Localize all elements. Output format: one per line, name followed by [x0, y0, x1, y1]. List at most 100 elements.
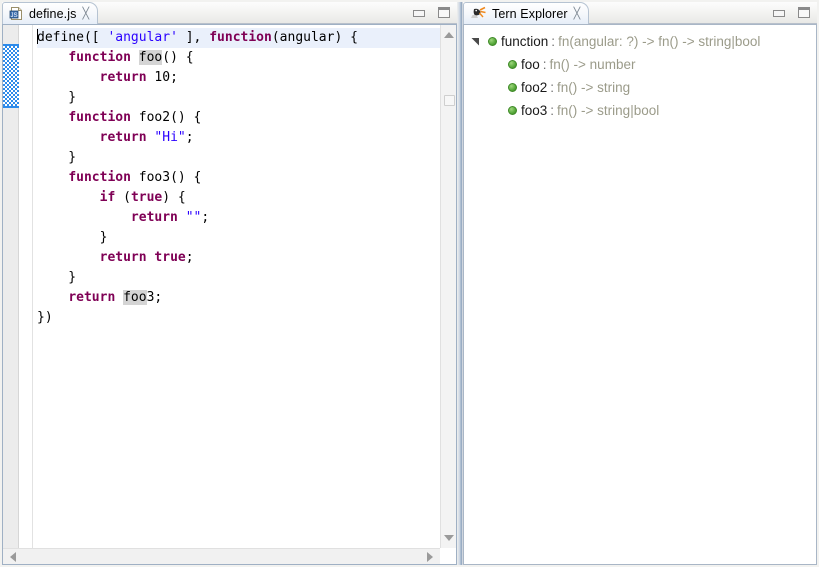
- close-icon[interactable]: ╳: [81, 8, 89, 19]
- type-member-bullet-icon: [483, 37, 501, 46]
- tab-tern-explorer[interactable]: Tern Explorer ╳: [463, 2, 590, 24]
- tree-expand-arrow-icon[interactable]: [467, 37, 483, 46]
- code-line[interactable]: }: [37, 148, 456, 168]
- code-line[interactable]: }): [37, 308, 456, 328]
- tree-item-name: foo: [521, 57, 540, 72]
- type-member-bullet-icon: [503, 106, 521, 115]
- editor-window-buttons: [412, 6, 451, 19]
- code-text: }: [37, 230, 108, 245]
- tab-define-js[interactable]: JS define.js ╳: [2, 2, 99, 24]
- source-code[interactable]: define([ 'angular' ], function(angular) …: [37, 28, 456, 328]
- editor-horizontal-scrollbar[interactable]: [3, 548, 440, 564]
- tree-item-type: fn() -> number: [549, 57, 636, 72]
- annotation-ruler[interactable]: [3, 25, 19, 564]
- tern-tabbar: Tern Explorer ╳: [463, 2, 817, 24]
- code-line[interactable]: if (true) {: [37, 188, 456, 208]
- code-line[interactable]: define([ 'angular' ], function(angular) …: [37, 28, 456, 48]
- tree-item-separator: :: [550, 103, 555, 118]
- code-string: "Hi": [154, 130, 186, 145]
- tree-item-name: function: [501, 34, 549, 49]
- code-keyword: function: [68, 50, 131, 65]
- code-text: (angular) {: [271, 30, 358, 45]
- close-icon[interactable]: ╳: [573, 8, 581, 19]
- code-text: ;: [185, 130, 194, 145]
- tree-item-separator: :: [551, 34, 556, 49]
- tree-item-type: fn() -> string: [557, 80, 631, 95]
- code-area[interactable]: define([ 'angular' ], function(angular) …: [33, 25, 456, 564]
- code-keyword: return: [68, 290, 116, 305]
- code-text: ],: [177, 30, 210, 45]
- tree-item-type: fn() -> string|bool: [557, 103, 660, 118]
- code-keyword: function: [68, 170, 131, 185]
- maximize-icon[interactable]: [437, 6, 451, 19]
- js-file-icon: JS: [9, 6, 24, 21]
- code-line[interactable]: return 10;: [37, 68, 456, 88]
- tree-item[interactable]: function: fn(angular: ?) -> fn() -> strin…: [464, 30, 816, 53]
- scroll-up-arrow-icon[interactable]: [441, 27, 457, 43]
- tree-item-separator: :: [542, 57, 547, 72]
- code-keyword: function: [209, 30, 272, 45]
- editor-tabbar: JS define.js ╳: [2, 2, 457, 24]
- code-keyword: true: [130, 190, 163, 205]
- code-occurrence-highlight: foo: [138, 50, 163, 65]
- tern-window-buttons: [772, 6, 811, 19]
- tab-label: Tern Explorer: [492, 6, 568, 21]
- code-keyword: return: [99, 250, 147, 265]
- code-text: 3;: [146, 290, 163, 305]
- code-text: (: [115, 190, 131, 205]
- code-text: 10;: [146, 70, 178, 85]
- annotation-ruler-thumb[interactable]: [3, 44, 19, 108]
- code-line[interactable]: return "";: [37, 208, 456, 228]
- code-line[interactable]: }: [37, 228, 456, 248]
- code-keyword: return: [99, 130, 147, 145]
- eclipse-workbench: JS define.js ╳ define([ 'angular' ], fun…: [0, 0, 819, 567]
- code-keyword: true: [154, 250, 186, 265]
- maximize-icon[interactable]: [797, 6, 811, 19]
- scroll-down-arrow-icon[interactable]: [441, 530, 457, 546]
- tree-item[interactable]: foo2: fn() -> string: [464, 76, 816, 99]
- scroll-right-arrow-icon[interactable]: [422, 549, 438, 565]
- code-line[interactable]: return true;: [37, 248, 456, 268]
- code-occurrence-highlight: foo: [123, 290, 147, 305]
- code-keyword: function: [68, 110, 131, 125]
- type-member-bullet-icon: [503, 60, 521, 69]
- code-line[interactable]: return foo3;: [37, 288, 456, 308]
- tree-item[interactable]: foo3: fn() -> string|bool: [464, 99, 816, 122]
- minimize-icon[interactable]: [412, 6, 426, 19]
- tab-label: define.js: [29, 6, 77, 21]
- tree-item[interactable]: foo: fn() -> number: [464, 53, 816, 76]
- code-text: }: [37, 90, 77, 105]
- code-line[interactable]: function foo2() {: [37, 108, 456, 128]
- code-line[interactable]: function foo() {: [37, 48, 456, 68]
- code-keyword: return: [99, 70, 147, 85]
- editor-inner: define([ 'angular' ], function(angular) …: [3, 25, 456, 564]
- code-text: ;: [185, 250, 194, 265]
- code-text: }: [37, 270, 77, 285]
- editor-body: define([ 'angular' ], function(angular) …: [2, 24, 457, 565]
- code-line[interactable]: return "Hi";: [37, 128, 456, 148]
- vertical-scroll-thumb[interactable]: [444, 95, 455, 106]
- code-string: "": [185, 210, 202, 225]
- tern-type-tree[interactable]: function: fn(angular: ?) -> fn() -> strin…: [464, 25, 816, 564]
- code-text: define([: [37, 30, 108, 45]
- code-line[interactable]: function foo3() {: [37, 168, 456, 188]
- code-text: ;: [201, 210, 210, 225]
- minimize-icon[interactable]: [772, 6, 786, 19]
- code-text: foo2() {: [130, 110, 202, 125]
- tree-item-name: foo3: [521, 103, 548, 118]
- editor-view: JS define.js ╳ define([ 'angular' ], fun…: [2, 2, 457, 565]
- folding-ruler[interactable]: [19, 25, 33, 564]
- svg-text:JS: JS: [10, 12, 17, 19]
- scroll-left-arrow-icon[interactable]: [5, 549, 21, 565]
- code-line[interactable]: }: [37, 88, 456, 108]
- editor-vertical-scrollbar[interactable]: [440, 25, 456, 548]
- code-line[interactable]: }: [37, 268, 456, 288]
